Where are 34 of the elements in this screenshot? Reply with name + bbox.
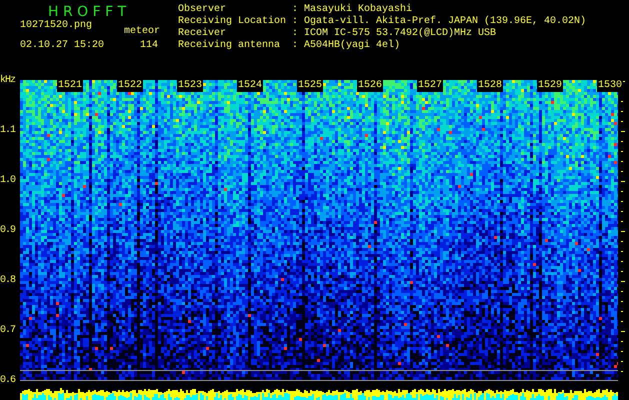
file-name: 10271520.png <box>20 20 92 32</box>
frequency-label: 1.0 <box>0 175 16 187</box>
time-label: 1522 <box>117 80 144 92</box>
info-label: Observer <box>178 4 228 16</box>
time-label: 1530 <box>597 80 624 92</box>
info-value: A504HB(yagi 4el) <box>304 40 400 52</box>
info-label: Receiving Location <box>178 16 288 28</box>
time-label: 1524 <box>237 80 264 92</box>
info-value: Ogata-vill. Akita-Pref. JAPAN (139.96E, 40.02N) <box>304 16 586 28</box>
date-time: 02.10.27 15:20 <box>20 40 104 52</box>
info-separator: : <box>292 40 300 52</box>
time-label: 1521 <box>57 80 84 92</box>
info-label: Receiver <box>178 28 228 40</box>
time-label: 1527 <box>417 80 444 92</box>
axis-unit: kHz <box>0 75 16 87</box>
info-label: Receiving antenna <box>178 40 282 52</box>
time-label: 1528 <box>477 80 504 92</box>
info-separator: : <box>292 4 300 16</box>
time-label: 1523 <box>177 80 204 92</box>
time-label: 1525 <box>297 80 324 92</box>
time-label: 1529 <box>537 80 564 92</box>
frequency-label: 0.7 <box>0 325 16 337</box>
frequency-label: 0.8 <box>0 275 16 287</box>
info-separator: : <box>292 16 300 28</box>
counter-label: meteor <box>124 26 160 38</box>
info-value: Masayuki Kobayashi <box>304 4 412 16</box>
meteor-count: 114 <box>140 40 158 52</box>
info-separator: : <box>292 28 300 40</box>
frequency-label: 0.6 <box>0 375 16 387</box>
info-value: ICOM IC-575 53.7492(@LCD)MHz USB <box>304 28 496 40</box>
frequency-label: 0.9 <box>0 225 16 237</box>
app-title: H R O F F T <box>48 4 126 20</box>
frequency-label: 1.1 <box>0 125 16 137</box>
time-label: 1526 <box>357 80 384 92</box>
